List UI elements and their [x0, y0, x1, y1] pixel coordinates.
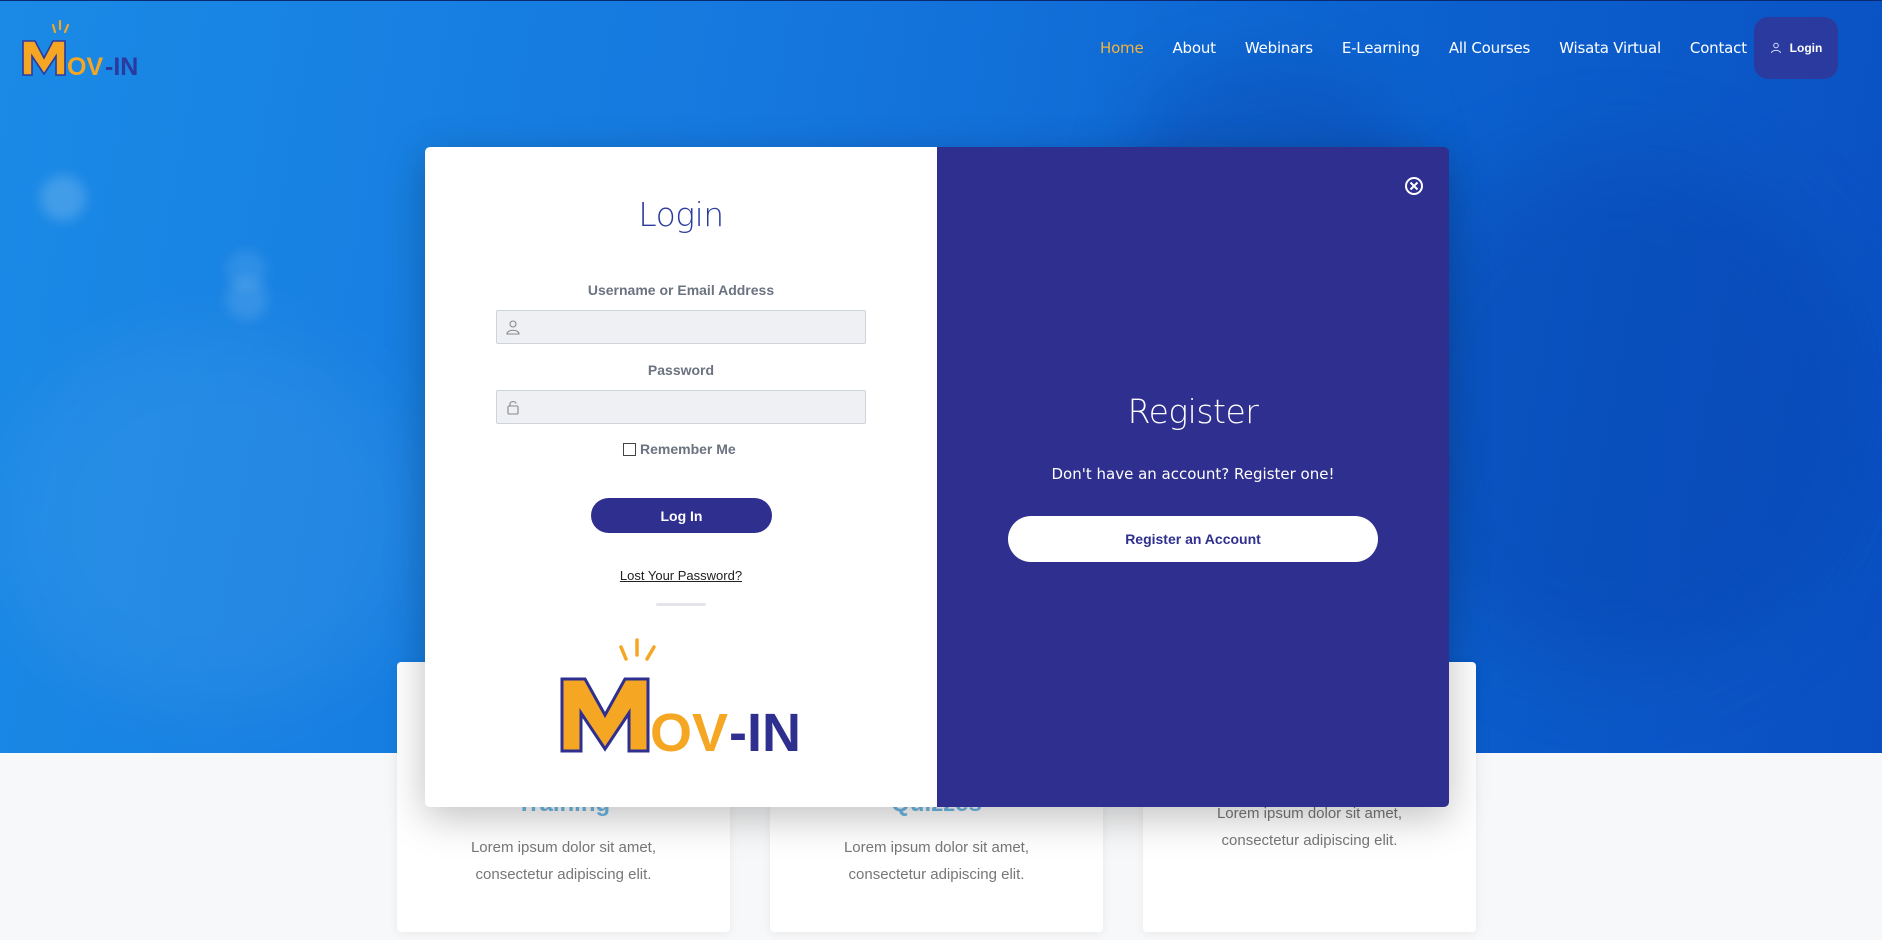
password-field[interactable]	[496, 390, 866, 424]
user-icon	[1770, 42, 1781, 54]
register-account-button[interactable]: Register an Account	[1008, 516, 1378, 562]
nav-e-learning[interactable]: E-Learning	[1342, 39, 1420, 57]
svg-text:OV: OV	[650, 703, 728, 757]
svg-text:-IN: -IN	[105, 53, 138, 80]
user-icon	[506, 320, 520, 335]
svg-text:OV: OV	[67, 53, 103, 80]
register-panel: Register Don't have an account? Register…	[937, 147, 1449, 807]
log-in-button[interactable]: Log In	[591, 498, 772, 533]
card-text-line2: consectetur adipiscing elit.	[475, 866, 652, 883]
nav-all-courses[interactable]: All Courses	[1449, 39, 1531, 57]
svg-text:-IN: -IN	[729, 703, 801, 757]
nav-webinars[interactable]: Webinars	[1245, 39, 1313, 57]
remember-me-checkbox[interactable]	[623, 442, 636, 456]
remember-me[interactable]: Remember Me	[623, 441, 736, 457]
card-text-line1: Lorem ipsum dolor sit amet,	[843, 839, 1030, 856]
close-icon[interactable]	[1404, 176, 1424, 196]
login-register-modal: Login Username or Email Address Password…	[425, 147, 1449, 807]
nav-wisata-virtual[interactable]: Wisata Virtual	[1559, 39, 1661, 57]
username-field[interactable]	[496, 310, 866, 344]
main-nav: Home About Webinars E-Learning All Cours…	[1100, 0, 1776, 96]
card-text-line2: consectetur adipiscing elit.	[848, 866, 1025, 883]
register-title: Register	[1127, 392, 1259, 431]
login-title: Login	[638, 195, 724, 234]
nav-home[interactable]: Home	[1100, 39, 1144, 57]
nav-about[interactable]: About	[1173, 39, 1217, 57]
nav-contact[interactable]: Contact	[1690, 39, 1747, 57]
lock-icon	[507, 401, 519, 415]
password-label: Password	[647, 362, 715, 378]
card-text-line2: consectetur adipiscing elit.	[1221, 832, 1398, 849]
brand-logo-large: OV -IN	[560, 638, 801, 757]
header-login-label: Login	[1789, 41, 1823, 55]
header-login-button[interactable]: Login	[1754, 17, 1838, 79]
card-text-line1: Lorem ipsum dolor sit amet,	[470, 839, 657, 856]
register-text: Don't have an account? Register one!	[1051, 465, 1335, 483]
login-panel: Login Username or Email Address Password…	[425, 147, 937, 807]
username-label: Username or Email Address	[587, 282, 775, 298]
brand-logo[interactable]: OV -IN	[20, 18, 144, 80]
divider	[656, 603, 706, 606]
remember-me-label: Remember Me	[640, 441, 736, 457]
lost-password-link[interactable]: Lost Your Password?	[425, 568, 937, 583]
